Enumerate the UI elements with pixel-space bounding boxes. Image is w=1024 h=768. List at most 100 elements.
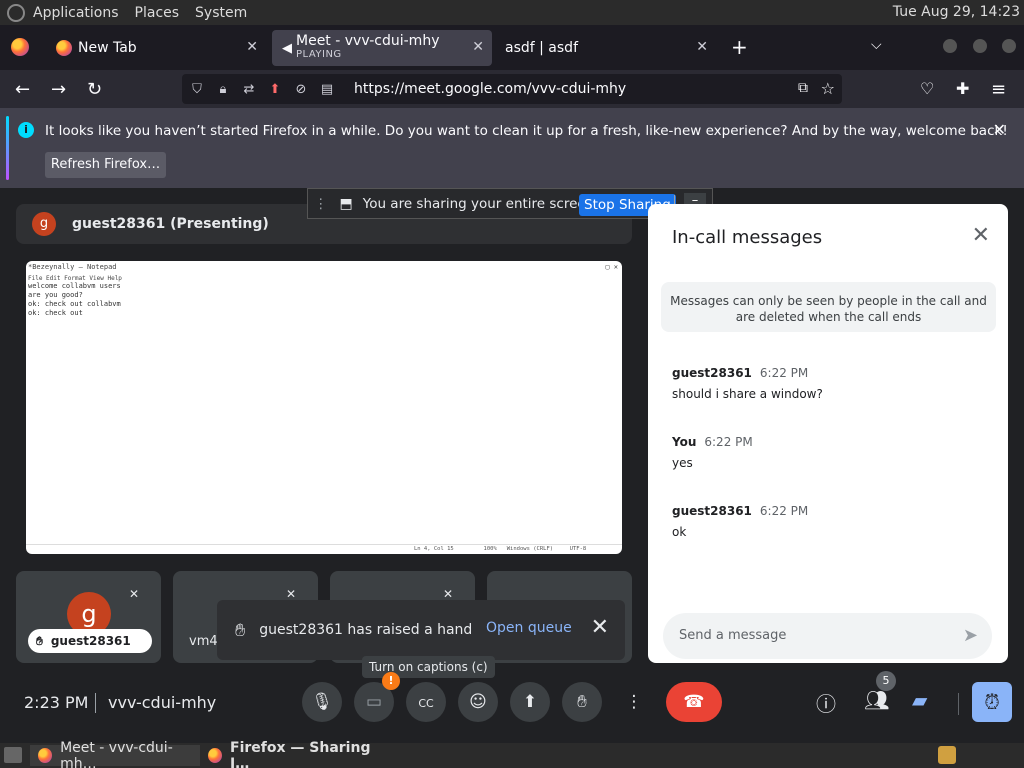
people-icon[interactable]: 👥︎: [864, 688, 889, 712]
time-code-divider: [95, 693, 96, 713]
close-tab-icon[interactable]: ✕: [696, 39, 708, 55]
tab-new-tab[interactable]: New Tab ✕: [46, 30, 266, 66]
captions-button[interactable]: CC: [406, 682, 446, 722]
reader-view-icon[interactable]: ▤: [316, 82, 338, 97]
hand-icon: ✋︎: [235, 619, 246, 641]
message-time: 6:22 PM: [704, 435, 753, 449]
chat-message: guest28361 6:22 PM should i share a windo…: [672, 366, 823, 401]
message-text: should i share a window?: [672, 387, 823, 401]
taskbar-item-label: Firefox — Sharing I…: [230, 739, 371, 768]
info-icon: i: [18, 122, 34, 138]
more-options-button[interactable]: ⋮: [614, 682, 654, 722]
send-message-placeholder: Send a message: [679, 628, 787, 643]
present-screen-button[interactable]: ⬆: [510, 682, 550, 722]
send-arrow-icon[interactable]: ➤: [963, 625, 978, 646]
notepad-line: ok: check out collabvm: [28, 300, 121, 308]
tab-label: Meet - vvv-cdui-mhy: [296, 33, 440, 49]
chat-message: guest28361 6:22 PM ok: [672, 504, 808, 539]
tray-app-icon[interactable]: [938, 746, 956, 764]
pocket-icon[interactable]: ♡: [920, 79, 934, 98]
avatar: g: [32, 212, 56, 236]
send-message-input[interactable]: Send a message ➤: [663, 613, 992, 659]
close-tab-icon[interactable]: ✕: [246, 39, 258, 55]
notepad-title: *Bezeynally — Notepad: [28, 263, 117, 271]
close-toast-icon[interactable]: ✕: [591, 615, 609, 640]
window-minimize-icon[interactable]: [943, 39, 957, 53]
open-queue-button[interactable]: Open queue: [486, 620, 572, 636]
system-clock[interactable]: Tue Aug 29, 14:23: [893, 4, 1020, 20]
meeting-code: vvv-cdui-mhy: [108, 693, 217, 712]
shield-icon[interactable]: ⛉: [186, 82, 208, 97]
meeting-details-info-icon[interactable]: ⓘ: [816, 688, 836, 717]
firefox-icon: [56, 40, 72, 56]
forward-arrow-icon[interactable]: →: [51, 79, 66, 100]
permissions-icon[interactable]: ⇄: [238, 82, 260, 97]
message-time: 6:22 PM: [759, 504, 809, 518]
notepad-line: are you good?: [28, 291, 83, 299]
system-menu[interactable]: System: [195, 5, 255, 21]
lock-icon[interactable]: 🔒︎: [212, 82, 234, 97]
present-icon: ⬆: [522, 692, 538, 712]
url-bar[interactable]: ⛉ 🔒︎ ⇄ ⬆ ⊘ ▤ https://meet.google.com/vvv…: [182, 74, 842, 104]
close-notification-icon[interactable]: ✕: [993, 120, 1006, 139]
bookmark-star-icon[interactable]: ☆: [821, 79, 835, 98]
close-tab-icon[interactable]: ✕: [472, 39, 484, 55]
url-text[interactable]: https://meet.google.com/vvv-cdui-mhy: [354, 81, 626, 97]
chat-icon[interactable]: ▰: [912, 688, 927, 712]
tab-label: New Tab: [78, 40, 137, 56]
system-taskbar: Meet - vvv-cdui-mh… Firefox — Sharing I…: [0, 740, 1024, 768]
show-desktop-icon[interactable]: [4, 747, 22, 763]
new-tab-plus-icon[interactable]: +: [731, 35, 748, 59]
applications-menu[interactable]: Applications: [33, 5, 127, 21]
more-vert-icon: ⋮: [625, 692, 643, 712]
muted-mic-icon[interactable]: ⊘: [290, 82, 312, 97]
firefox-view-icon[interactable]: [11, 38, 29, 56]
drag-handle-icon[interactable]: ⋮: [314, 196, 328, 212]
window-close-icon[interactable]: [1002, 39, 1016, 53]
meet-call-view: g guest28361 (Presenting) ⋮ ⬒ You are sh…: [0, 188, 1024, 743]
hamburger-menu-icon[interactable]: ≡: [991, 79, 1006, 100]
refresh-firefox-button[interactable]: Refresh Firefox…: [45, 152, 166, 178]
picture-in-picture-icon[interactable]: ⧉: [798, 80, 808, 96]
reload-icon[interactable]: ↻: [87, 79, 102, 100]
raise-hand-button[interactable]: ✋︎: [562, 682, 602, 722]
leave-call-button[interactable]: ☎︎: [666, 682, 722, 722]
distro-logo-icon[interactable]: [7, 3, 25, 22]
taskbar-item-meet[interactable]: Meet - vvv-cdui-mh…: [30, 740, 200, 768]
firefox-icon: [38, 748, 53, 763]
extensions-icon[interactable]: ✚: [956, 79, 969, 98]
activities-alarm-icon[interactable]: ⏰︎: [972, 682, 1012, 722]
chat-message-header: guest28361 6:22 PM: [672, 366, 823, 380]
chat-message-header: You 6:22 PM: [672, 435, 753, 449]
camera-button[interactable]: ▭!: [354, 672, 400, 722]
raised-hand-name-chip: ✋︎ guest28361: [28, 629, 152, 653]
tab-meet[interactable]: ◀ Meet - vvv-cdui-mhy PLAYING ✕: [272, 30, 492, 66]
notepad-statusbar: Ln 4, Col 15 100% Windows (CRLF) UTF-8: [26, 544, 622, 554]
taskbar-item-label: Meet - vvv-cdui-mh…: [60, 739, 173, 768]
shared-screen-preview: *Bezeynally — Notepad ▢ ✕ File Edit Form…: [26, 261, 622, 554]
navigation-toolbar: ← → ↻ ⛉ 🔒︎ ⇄ ⬆ ⊘ ▤ https://meet.google.c…: [0, 70, 1024, 108]
panel-title: In-call messages: [672, 227, 823, 248]
sender-name: guest28361: [672, 504, 752, 518]
call-controls-bar: 2:23 PM vvv-cdui-mhy 🎙︎ ▭! CC ☺ ⬆ ✋︎ ⋮ ☎…: [0, 663, 1024, 743]
notepad-window-buttons: ▢ ✕: [605, 263, 618, 271]
sharing-message: You are sharing your entire screen.: [362, 195, 599, 212]
participant-tile[interactable]: ✕ g ✋︎ guest28361: [16, 571, 161, 663]
reactions-button[interactable]: ☺: [458, 682, 498, 722]
window-maximize-icon[interactable]: [973, 39, 987, 53]
tab-label: asdf | asdf: [505, 40, 578, 56]
microphone-button[interactable]: 🎙︎: [302, 682, 342, 722]
tab-asdf[interactable]: asdf | asdf ✕: [496, 30, 716, 66]
mic-off-icon: ✕: [129, 587, 140, 601]
sender-name: guest28361: [672, 366, 752, 380]
close-panel-icon[interactable]: ✕: [972, 223, 990, 248]
message-text: ok: [672, 525, 687, 539]
notification-message: It looks like you haven’t started Firefo…: [45, 123, 1008, 139]
tab-title-group: Meet - vvv-cdui-mhy PLAYING: [296, 34, 439, 62]
places-menu[interactable]: Places: [135, 5, 188, 21]
screen-share-indicator-icon[interactable]: ⬆: [264, 82, 286, 97]
hand-icon: ✋︎: [36, 633, 43, 648]
taskbar-item-firefox-sharing[interactable]: Firefox — Sharing I…: [204, 740, 384, 768]
list-tabs-chevron-icon[interactable]: ⌵: [871, 37, 882, 53]
back-arrow-icon[interactable]: ←: [15, 79, 30, 100]
